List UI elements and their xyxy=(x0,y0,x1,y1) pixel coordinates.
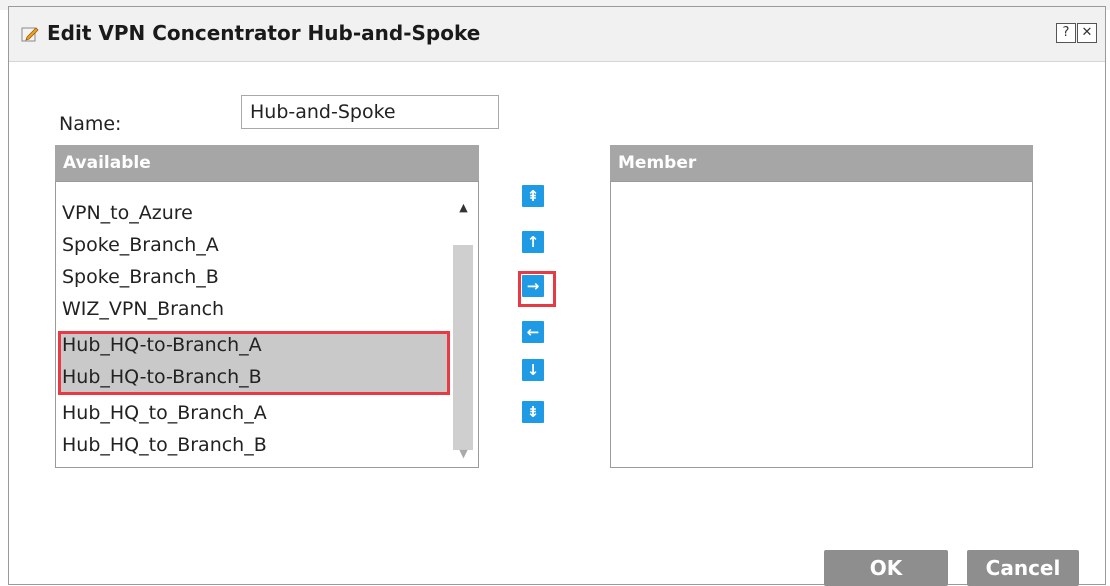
list-item[interactable]: WIZ_VPN_Branch xyxy=(62,298,224,320)
edit-pencil-icon xyxy=(21,25,39,43)
list-item[interactable]: Spoke_Branch_B xyxy=(62,266,219,288)
move-up-button[interactable]: ↑ xyxy=(522,231,544,253)
close-icon[interactable]: ✕ xyxy=(1077,23,1097,43)
member-list-header: Member xyxy=(610,145,1033,181)
list-item[interactable]: Spoke_Branch_A xyxy=(62,234,219,256)
scroll-down-icon[interactable]: ▼ xyxy=(450,446,477,462)
name-input[interactable] xyxy=(241,95,499,129)
ok-button[interactable]: OK xyxy=(824,550,948,586)
edit-vpn-concentrator-dialog: Edit VPN Concentrator Hub-and-Spoke ? ✕ … xyxy=(8,6,1106,586)
list-item[interactable]: VPN_to_Azure xyxy=(62,202,193,224)
name-label: Name: xyxy=(59,113,122,135)
scroll-up-icon[interactable]: ▲ xyxy=(450,200,477,216)
list-item[interactable]: Hub_HQ_to_Branch_B xyxy=(62,434,267,456)
dialog-titlebar: Edit VPN Concentrator Hub-and-Spoke ? ✕ xyxy=(9,7,1105,62)
member-list[interactable] xyxy=(610,181,1033,468)
available-list[interactable]: VPN_to_Azure Spoke_Branch_A Spoke_Branch… xyxy=(55,181,479,468)
move-down-button[interactable]: ↓ xyxy=(522,359,544,381)
list-item[interactable]: Hub_HQ_to_Branch_A xyxy=(62,402,267,424)
scrollbar[interactable]: ▲ ▼ xyxy=(450,192,476,462)
scrollbar-thumb[interactable] xyxy=(453,245,473,450)
dialog-title: Edit VPN Concentrator Hub-and-Spoke xyxy=(47,21,481,45)
help-icon[interactable]: ? xyxy=(1056,23,1076,43)
move-bottom-button[interactable]: ⇟ xyxy=(522,401,544,423)
list-item-selected[interactable]: Hub_HQ-to-Branch_B xyxy=(62,366,262,388)
move-top-button[interactable]: ⇞ xyxy=(522,185,544,207)
remove-from-member-button[interactable]: ← xyxy=(522,321,544,343)
list-item-selected[interactable]: Hub_HQ-to-Branch_A xyxy=(62,334,262,356)
add-to-member-button[interactable]: → xyxy=(522,275,544,297)
cancel-button[interactable]: Cancel xyxy=(967,550,1079,586)
available-list-header: Available xyxy=(55,145,479,181)
